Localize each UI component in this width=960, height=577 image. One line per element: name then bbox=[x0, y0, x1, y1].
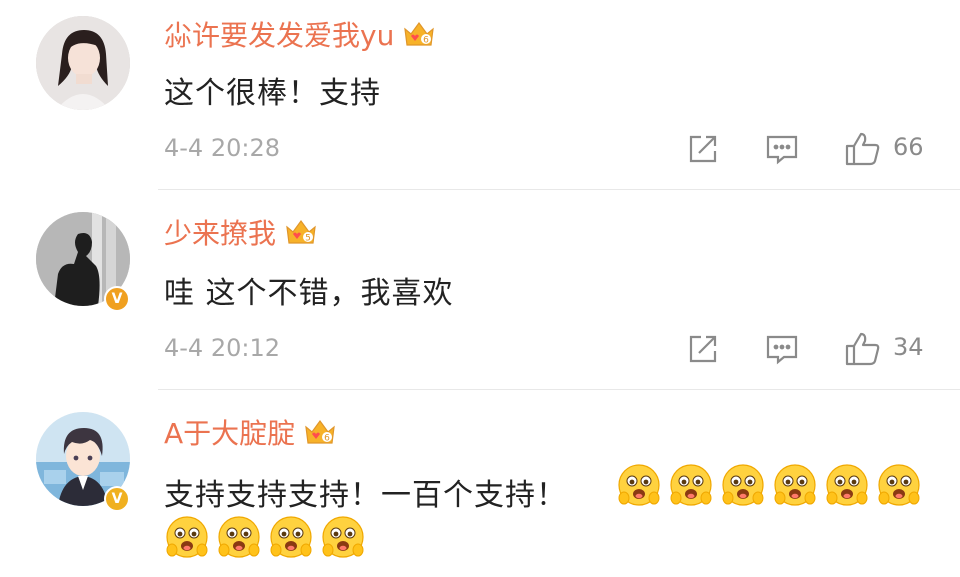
comment-time: 4-4 20:12 bbox=[164, 334, 280, 362]
comment-time: 4-4 20:28 bbox=[164, 134, 280, 162]
smile-face-emoji bbox=[268, 514, 314, 560]
comment-text: 支持支持支持！一百个支持！ bbox=[164, 478, 567, 513]
crown-icon: 6 bbox=[303, 417, 337, 447]
thumbs-up-icon[interactable] bbox=[843, 329, 883, 369]
crown-icon: 5 bbox=[284, 217, 318, 247]
smile-face-emoji bbox=[824, 462, 870, 508]
smile-face-emoji bbox=[164, 514, 210, 560]
username[interactable]: A于大腚腚 6 bbox=[164, 412, 337, 452]
level-text: 6 bbox=[423, 36, 429, 46]
like-count: 66 bbox=[893, 133, 924, 161]
username[interactable]: 少来撩我 5 bbox=[164, 212, 318, 252]
verified-badge: V bbox=[104, 486, 130, 512]
emoji-row bbox=[616, 462, 928, 508]
verified-badge: V bbox=[104, 286, 130, 312]
comment-item: V 少来撩我 5 哇 这个不错，我喜欢 4-4 20:12 34 bbox=[0, 190, 960, 390]
emoji-row bbox=[164, 514, 372, 560]
smile-face-emoji bbox=[772, 462, 818, 508]
username[interactable]: 尛许要发发爱我yu 6 bbox=[164, 14, 436, 54]
comment-icon[interactable] bbox=[764, 331, 800, 367]
level-text: 6 bbox=[324, 434, 330, 444]
smile-face-emoji bbox=[668, 462, 714, 508]
smile-face-emoji bbox=[216, 514, 262, 560]
share-icon[interactable] bbox=[685, 331, 721, 367]
smile-face-emoji bbox=[720, 462, 766, 508]
smile-face-emoji bbox=[876, 462, 922, 508]
share-icon[interactable] bbox=[685, 131, 721, 167]
thumbs-up-icon[interactable] bbox=[843, 129, 883, 169]
comment-icon[interactable] bbox=[764, 131, 800, 167]
username-text[interactable]: A于大腚腚 bbox=[164, 412, 295, 452]
comment-item: 尛许要发发爱我yu 6 这个很棒！支持 4-4 20:28 66 bbox=[0, 0, 960, 190]
smile-face-emoji bbox=[616, 462, 662, 508]
comment-item: V A于大腚腚 6 支持支持支持！一百个支持！ bbox=[0, 390, 960, 577]
like-count: 34 bbox=[893, 333, 924, 361]
username-text[interactable]: 少来撩我 bbox=[164, 212, 276, 252]
username-text[interactable]: 尛许要发发爱我yu bbox=[164, 14, 394, 54]
avatar[interactable] bbox=[36, 16, 130, 110]
smile-face-emoji bbox=[320, 514, 366, 560]
comment-text: 这个很棒！支持 bbox=[164, 76, 381, 111]
crown-icon: 6 bbox=[402, 19, 436, 49]
comment-text: 哇 这个不错，我喜欢 bbox=[164, 276, 454, 311]
level-text: 5 bbox=[305, 234, 311, 244]
